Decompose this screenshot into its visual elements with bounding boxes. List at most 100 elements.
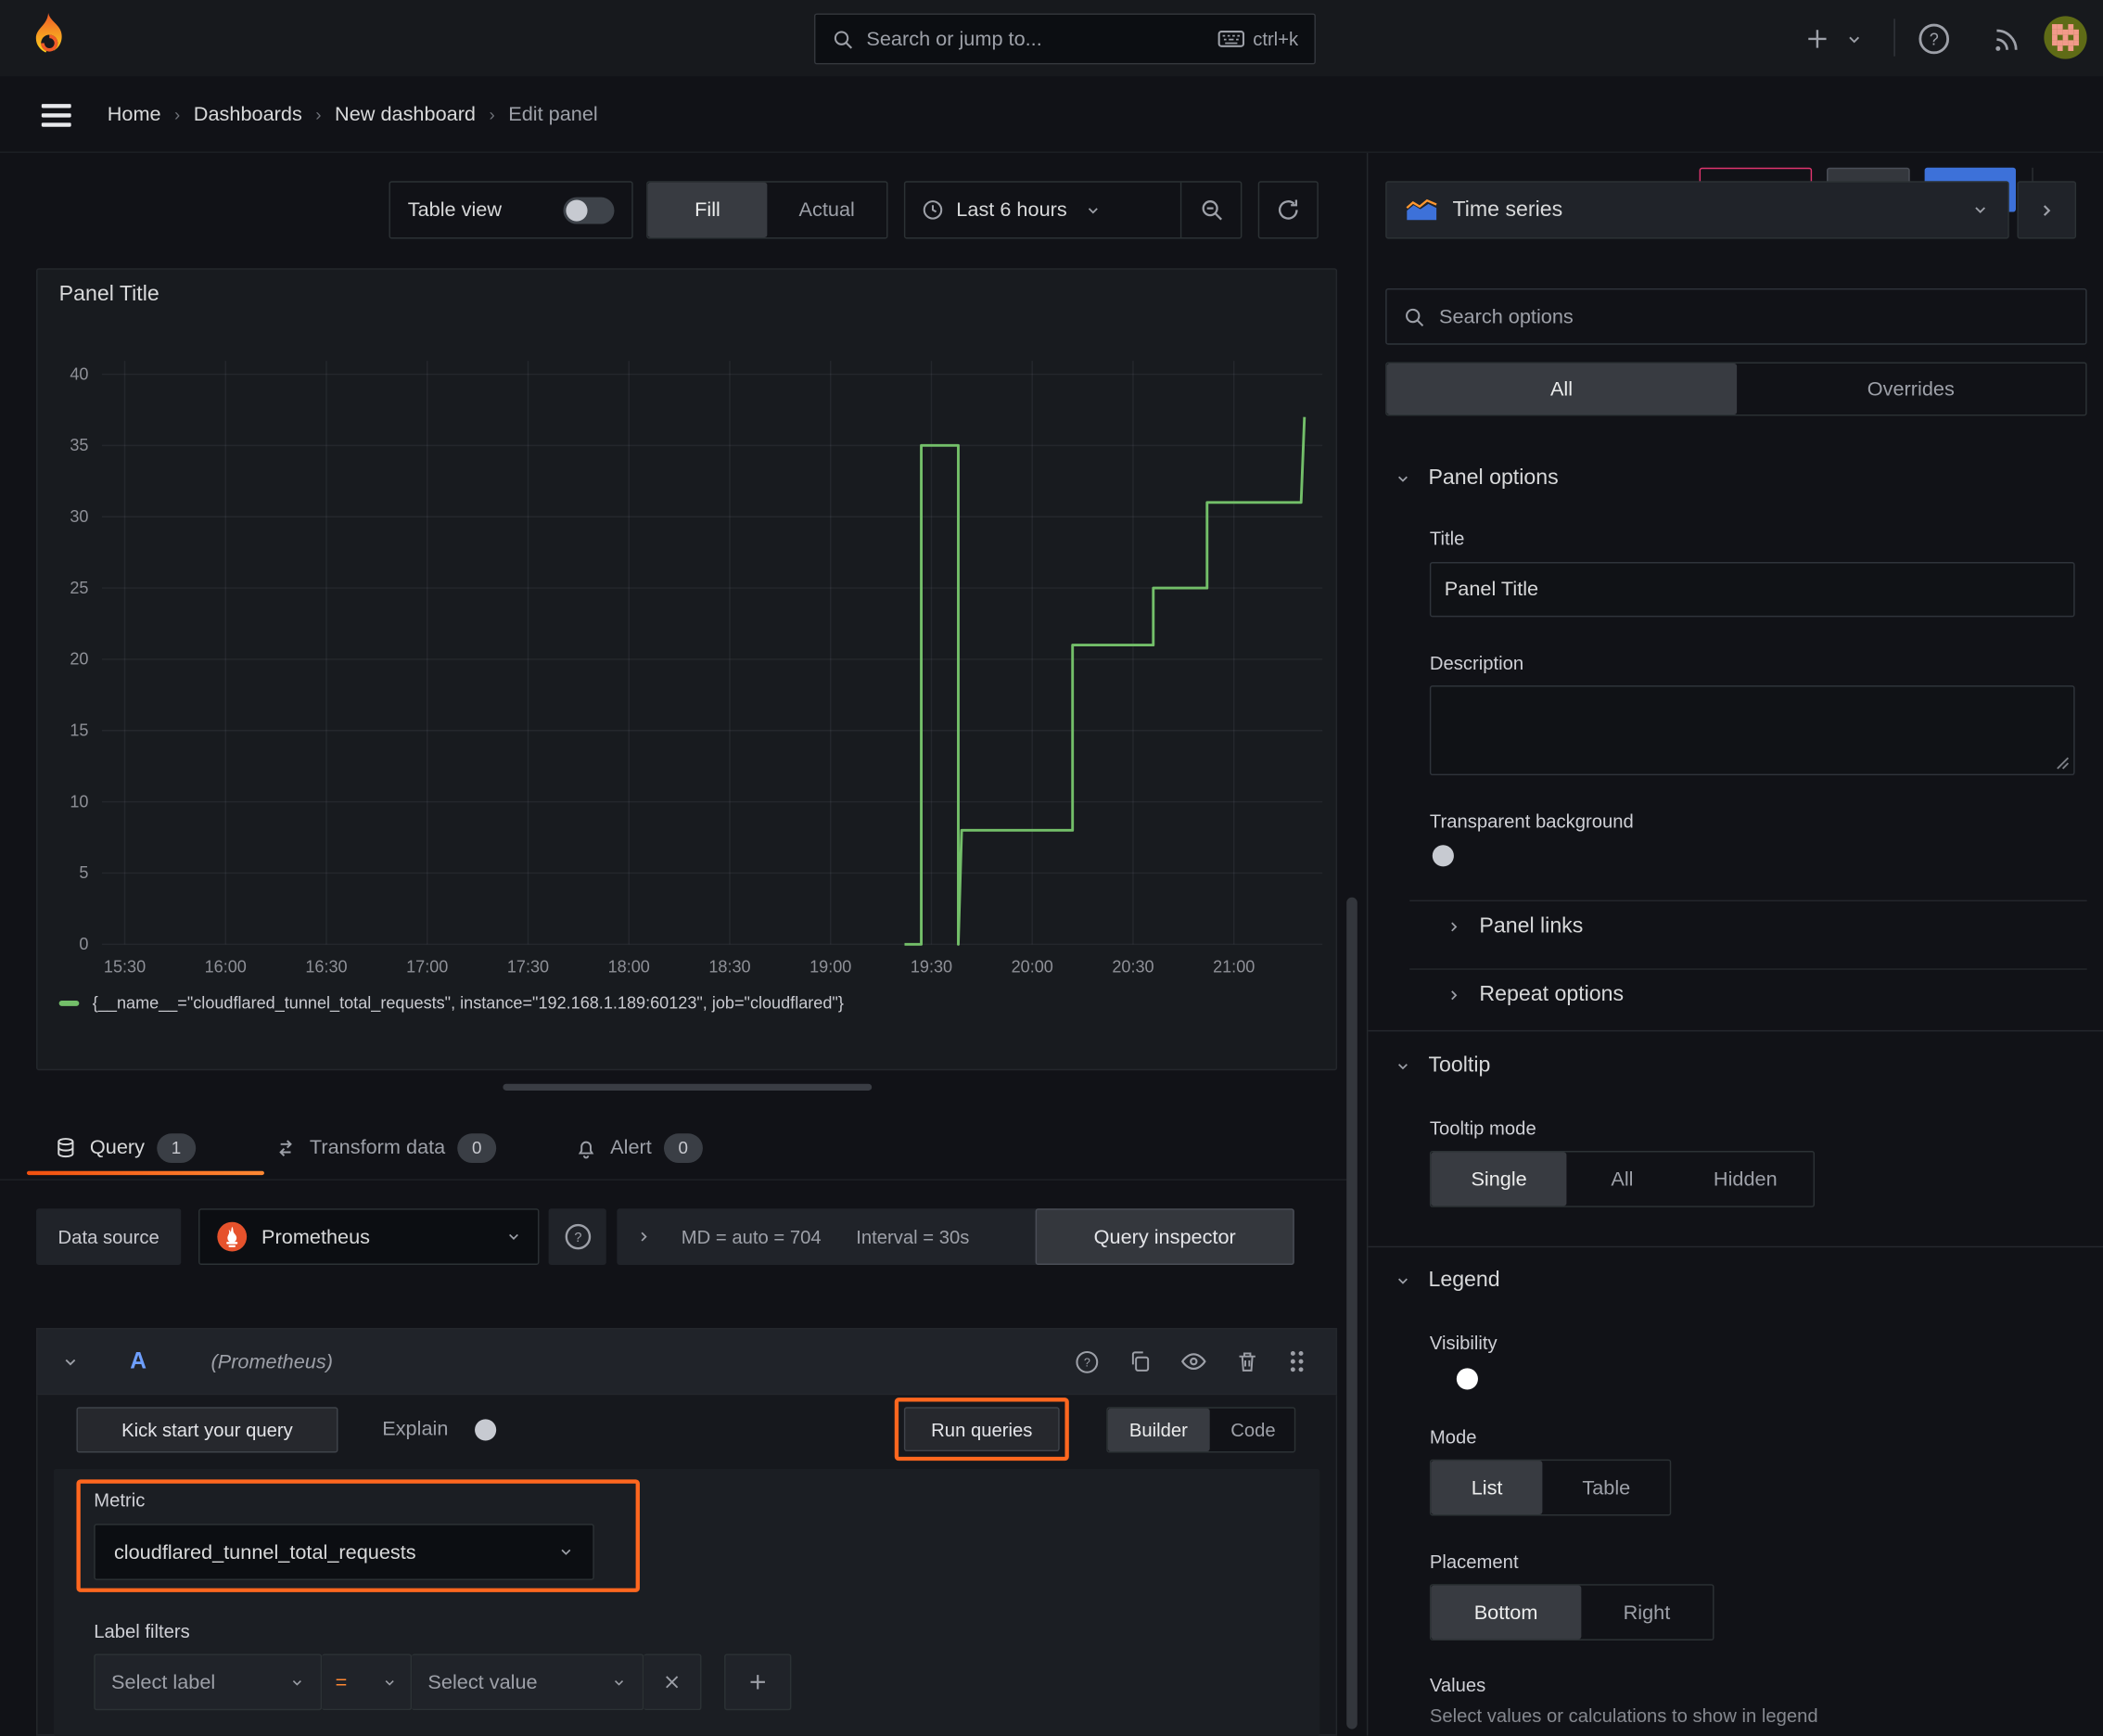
hide-query-eye-icon[interactable] (1180, 1348, 1207, 1375)
tab-alert-label: Alert (610, 1136, 652, 1159)
options-tab-overrides[interactable]: Overrides (1736, 364, 2085, 415)
time-series-chart[interactable]: 0 5 10 15 20 25 30 35 40 15:30 16:00 16:30 17:00 17:3… (38, 270, 1339, 1072)
drag-query-grip-icon[interactable] (1288, 1349, 1306, 1373)
time-range-picker[interactable]: Last 6 hours (905, 183, 1180, 237)
search-options-placeholder: Search options (1439, 305, 1574, 328)
search-icon (832, 28, 855, 51)
y-tick-label: 5 (79, 863, 88, 882)
tooltip-section-header[interactable]: Tooltip (1395, 1054, 1490, 1079)
topbar-divider (1893, 19, 1895, 57)
tooltip-mode-segment: Single All Hidden (1429, 1151, 1816, 1207)
search-options-input[interactable]: Search options (1385, 287, 2087, 345)
table-view-control: Table view (389, 181, 633, 239)
tooltip-mode-label: Tooltip mode (1429, 1117, 1536, 1140)
refresh-button[interactable] (1257, 181, 1319, 239)
title-field-label: Title (1429, 527, 1465, 549)
user-avatar[interactable] (2044, 16, 2087, 59)
query-help-icon[interactable]: ? (1075, 1348, 1100, 1373)
add-filter-button[interactable] (724, 1653, 792, 1711)
news-rss-icon[interactable] (1985, 19, 2025, 58)
legend-mode-list[interactable]: List (1431, 1461, 1543, 1515)
x-tick-label: 17:00 (406, 958, 448, 976)
legend-mode-table[interactable]: Table (1543, 1461, 1670, 1514)
tooltip-mode-single[interactable]: Single (1431, 1152, 1567, 1206)
panel-title-input[interactable] (1429, 562, 2075, 618)
tab-transform-count: 0 (457, 1132, 497, 1163)
collapse-options-pane-button[interactable] (2017, 181, 2077, 239)
hamburger-menu-icon[interactable] (36, 96, 76, 135)
editor-mode-builder[interactable]: Builder (1107, 1408, 1210, 1452)
run-queries-button[interactable]: Run queries (903, 1407, 1060, 1452)
divider (1409, 968, 2087, 970)
kick-start-query-button[interactable]: Kick start your query (76, 1407, 338, 1453)
panel-preview: Panel Title 0 5 10 15 20 25 30 35 40 15:30 16:00 16… (36, 268, 1339, 1072)
repeat-options-collapsed-section[interactable]: Repeat options (1446, 983, 1624, 1007)
transparent-background-label: Transparent background (1429, 810, 1634, 832)
expand-options-chevron-right-icon[interactable] (636, 1229, 652, 1245)
breadcrumb-separator-icon: › (315, 104, 322, 124)
clock-icon (922, 198, 945, 222)
tab-transform-data[interactable]: Transform data 0 (274, 1132, 497, 1163)
x-tick-label: 19:00 (809, 958, 851, 976)
duplicate-query-icon[interactable] (1128, 1349, 1152, 1373)
tooltip-section-title: Tooltip (1428, 1053, 1491, 1078)
delete-query-trash-icon[interactable] (1235, 1349, 1259, 1373)
datasource-picker[interactable]: Prometheus (198, 1208, 540, 1265)
breadcrumb-home[interactable]: Home (108, 103, 161, 126)
zoom-out-button[interactable] (1181, 183, 1241, 237)
datasource-help-button[interactable]: ? (548, 1208, 606, 1265)
display-mode-actual[interactable]: Actual (767, 183, 886, 237)
x-tick-label: 19:30 (911, 958, 952, 976)
panel-resize-handle[interactable] (503, 1083, 873, 1091)
x-tick-label: 16:30 (305, 958, 347, 976)
panel-options-section-header[interactable]: Panel options (1395, 466, 1559, 491)
editor-mode-segment: Builder Code (1106, 1407, 1297, 1453)
y-tick-label: 30 (70, 507, 88, 526)
table-view-toggle[interactable] (563, 196, 615, 223)
remove-filter-button[interactable] (644, 1653, 702, 1711)
global-search-input[interactable]: Search or jump to... ctrl+k (813, 13, 1316, 65)
tab-query[interactable]: Query 1 (54, 1132, 196, 1163)
keyboard-icon (1217, 30, 1245, 48)
top-bar: Search or jump to... ctrl+k ? (0, 0, 2103, 77)
x-tick-label: 18:30 (708, 958, 750, 976)
chevron-down-icon (1395, 471, 1410, 487)
query-row-header[interactable]: A (Prometheus) ? (36, 1327, 1338, 1396)
select-value-dropdown[interactable]: Select value (412, 1653, 644, 1711)
scrollbar-thumb[interactable] (1346, 897, 1357, 1730)
options-tab-all[interactable]: All (1386, 363, 1737, 415)
tooltip-mode-all[interactable]: All (1567, 1152, 1677, 1206)
select-label-placeholder: Select label (111, 1670, 216, 1694)
help-icon[interactable]: ? (1914, 19, 1954, 58)
legend-item[interactable]: {__name__="cloudflared_tunnel_total_requ… (58, 994, 844, 1013)
legend-values-help: Select values or calculations to show in… (1429, 1704, 1818, 1727)
legend-placement-bottom[interactable]: Bottom (1431, 1585, 1581, 1640)
collapse-query-chevron-down-icon[interactable] (62, 1353, 80, 1371)
panel-links-collapsed-section[interactable]: Panel links (1446, 914, 1583, 938)
resize-handle-icon[interactable] (2056, 757, 2070, 770)
legend-placement-right[interactable]: Right (1581, 1586, 1713, 1640)
tooltip-mode-hidden[interactable]: Hidden (1677, 1152, 1814, 1206)
add-button[interactable] (1797, 19, 1837, 58)
chevron-right-icon (1446, 919, 1461, 935)
visualization-picker[interactable]: Time series (1385, 181, 2009, 239)
options-filter-tabs: All Overrides (1385, 362, 2087, 416)
select-label-dropdown[interactable]: Select label (94, 1653, 323, 1711)
editor-mode-code[interactable]: Code (1209, 1409, 1297, 1451)
svg-text:?: ? (1930, 31, 1939, 49)
display-mode-fill[interactable]: Fill (647, 182, 768, 238)
query-inspector-button[interactable]: Query inspector (1035, 1208, 1294, 1265)
legend-section-header[interactable]: Legend (1395, 1269, 1500, 1293)
operator-dropdown[interactable]: = (322, 1653, 413, 1711)
tab-query-label: Query (89, 1136, 146, 1159)
legend-mode-segment: List Table (1429, 1459, 1672, 1516)
add-chevron-down-icon[interactable] (1841, 19, 1867, 58)
metric-select[interactable]: cloudflared_tunnel_total_requests (94, 1524, 594, 1580)
tab-query-count: 1 (157, 1132, 196, 1163)
grafana-logo[interactable] (21, 11, 75, 65)
breadcrumb-dashboards[interactable]: Dashboards (194, 103, 302, 126)
chevron-down-icon (1395, 1273, 1410, 1289)
breadcrumb-new-dashboard[interactable]: New dashboard (335, 103, 476, 126)
description-textarea[interactable] (1429, 685, 2075, 776)
tab-alert[interactable]: Alert 0 (574, 1132, 703, 1163)
